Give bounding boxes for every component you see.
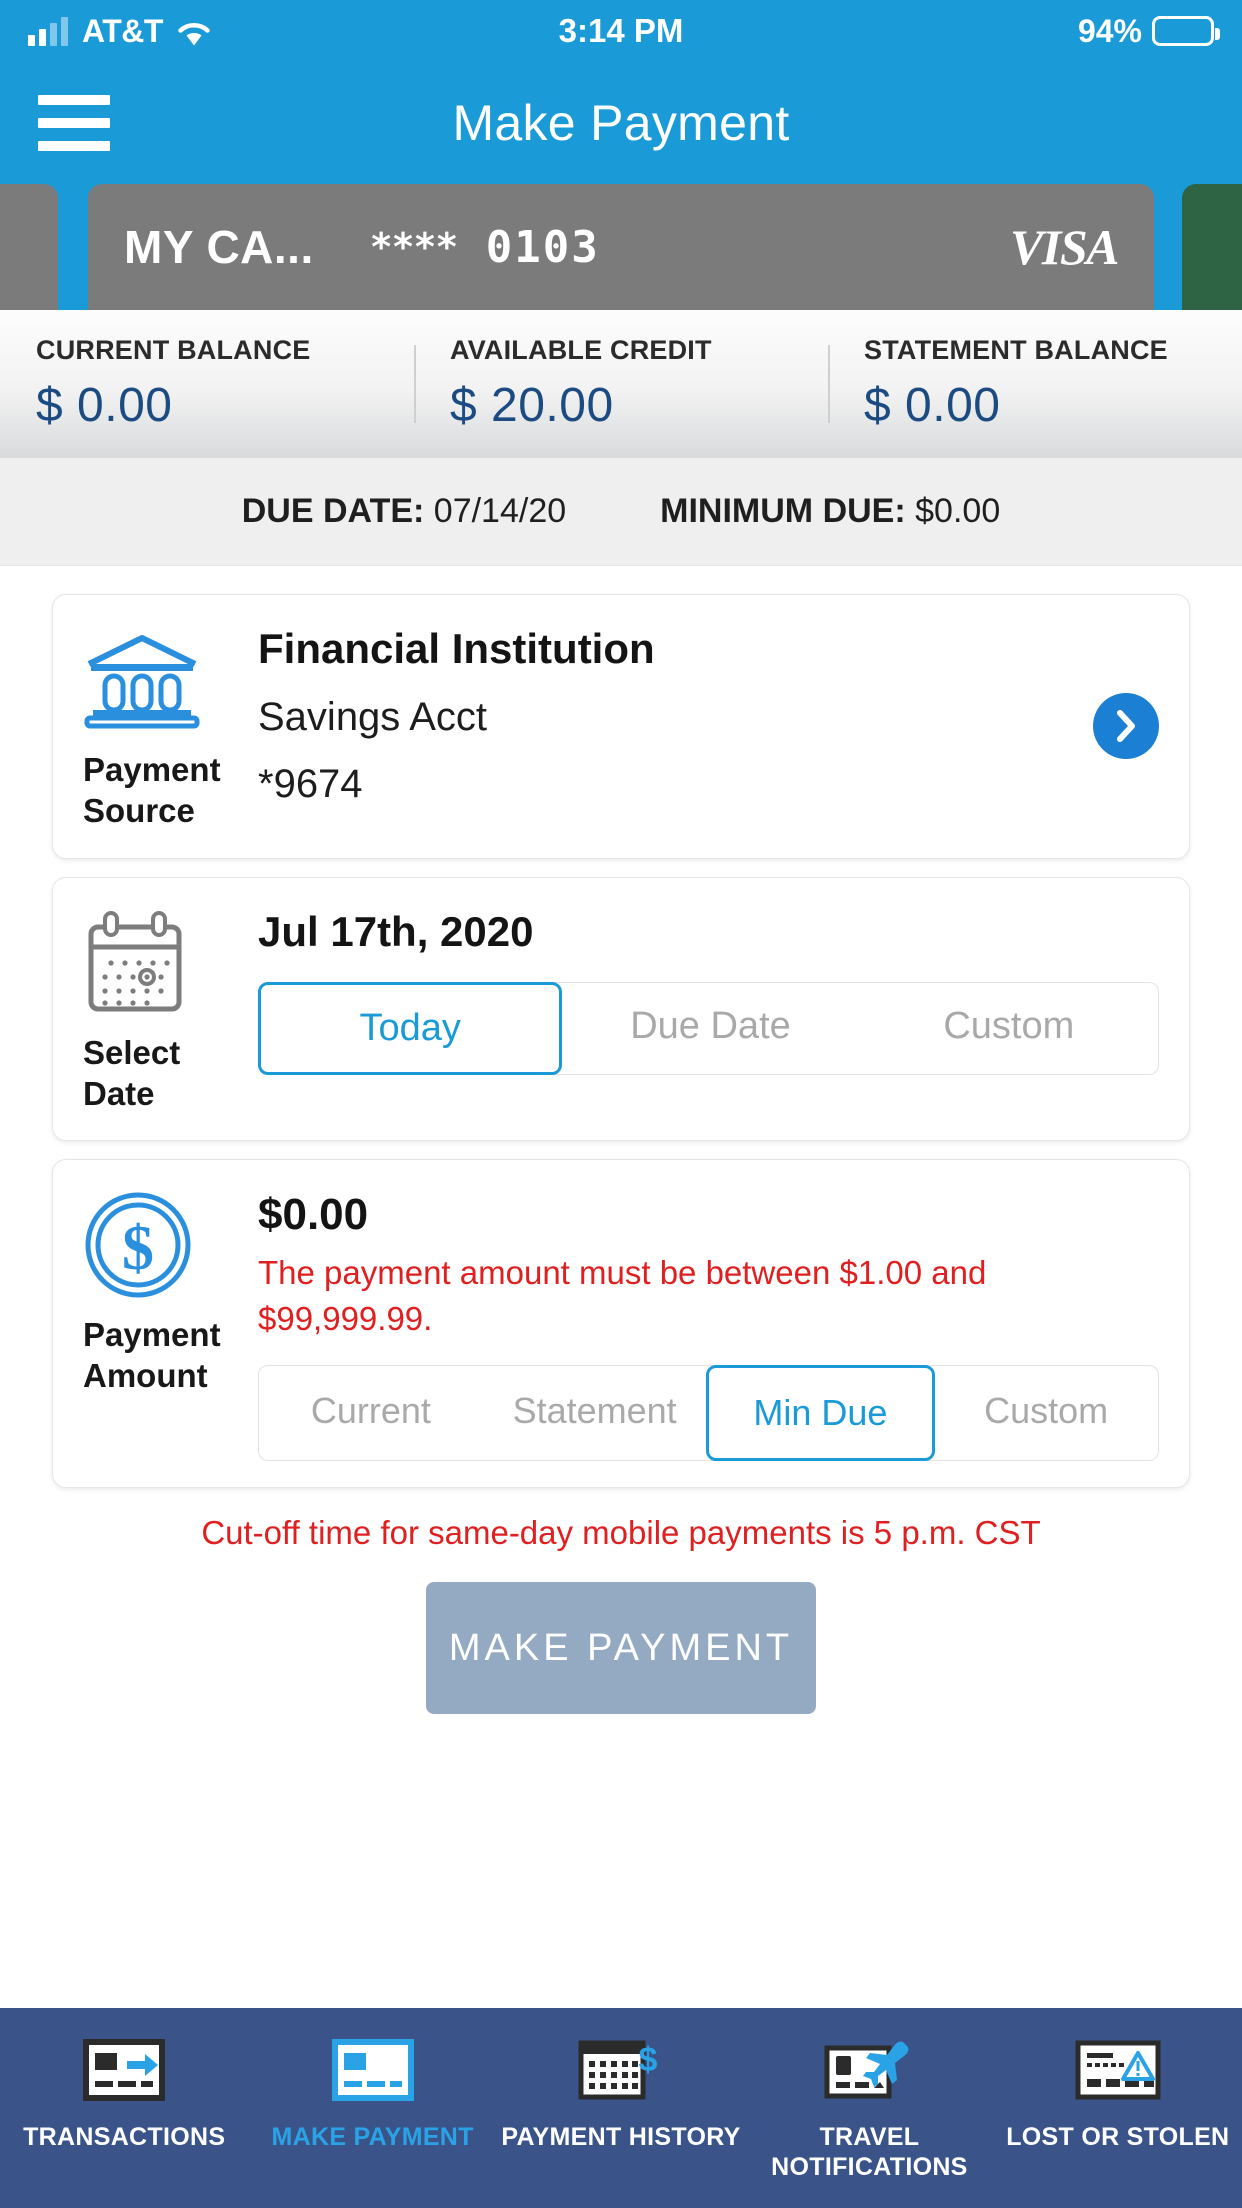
tab-payment-history-label: PAYMENT HISTORY xyxy=(501,2123,741,2151)
tab-travel-notifications[interactable]: TRAVEL NOTIFICATIONS xyxy=(745,2032,993,2182)
status-bar: AT&T 3:14 PM 94% xyxy=(0,0,1242,62)
select-date-label: Select Date xyxy=(83,1033,181,1112)
tab-lost-or-stolen-label: LOST OR STOLEN xyxy=(1006,2123,1230,2151)
payment-source-account-type: Savings Acct xyxy=(258,695,488,739)
carousel-card-active[interactable]: MY CA... **** 0103 VISA xyxy=(88,184,1154,310)
battery-percent: 94% xyxy=(1077,12,1142,49)
carousel-card-previous[interactable] xyxy=(0,184,58,310)
bottom-tab-bar: TRANSACTIONS MAKE PAYMENT $ PAYMENT HIST… xyxy=(0,2008,1242,2208)
payment-source-label-line2: Source xyxy=(83,792,195,830)
balance-available-credit-value: $ 20.00 xyxy=(450,379,614,432)
payment-source-label-line1: Payment xyxy=(83,751,221,788)
card-arrow-icon xyxy=(83,2032,166,2108)
amount-option-custom[interactable]: Custom xyxy=(934,1366,1158,1461)
date-option-group[interactable]: Today Due Date Custom xyxy=(258,981,1159,1075)
payment-amount-value: $0.00 xyxy=(258,1190,369,1239)
select-date-card[interactable]: Select Date Jul 17th, 2020 Today Due Dat… xyxy=(52,876,1190,1141)
hamburger-menu-icon[interactable] xyxy=(38,95,110,151)
date-option-today[interactable]: Today xyxy=(258,981,563,1075)
minimum-due: MINIMUM DUE: $0.00 xyxy=(660,492,1000,531)
card-mask: **** xyxy=(369,224,459,269)
date-option-custom[interactable]: Custom xyxy=(859,982,1158,1074)
due-date-label: DUE DATE: xyxy=(241,492,425,530)
tab-transactions[interactable]: TRANSACTIONS xyxy=(0,2032,248,2152)
tab-transactions-label: TRANSACTIONS xyxy=(23,2123,226,2151)
balance-summary-row: CURRENT BALANCE $ 0.00 AVAILABLE CREDIT … xyxy=(0,310,1242,458)
svg-text:$: $ xyxy=(639,2041,658,2079)
payment-amount-card[interactable]: $ Payment Amount $0.00 The payment amoun… xyxy=(52,1159,1190,1489)
select-date-icon-column: Select Date xyxy=(83,904,258,1115)
card-warning-icon xyxy=(1075,2032,1161,2108)
date-option-due-date[interactable]: Due Date xyxy=(561,982,860,1074)
tab-make-payment-label: MAKE PAYMENT xyxy=(271,2123,474,2151)
balance-current: CURRENT BALANCE $ 0.00 xyxy=(0,335,414,433)
payment-amount-label-line2: Amount xyxy=(83,1357,208,1395)
minimum-due-value: $0.00 xyxy=(915,492,1001,530)
payment-source-label: Payment Source xyxy=(83,749,221,832)
balance-statement: STATEMENT BALANCE $ 0.00 xyxy=(828,335,1242,433)
make-payment-button[interactable]: MAKE PAYMENT xyxy=(426,1582,816,1715)
minimum-due-label: MINIMUM DUE: xyxy=(660,492,906,530)
card-payment-icon xyxy=(331,2032,414,2108)
payment-amount-label-line1: Payment xyxy=(83,1316,221,1353)
bank-icon xyxy=(83,621,201,739)
amount-option-min-due[interactable]: Min Due xyxy=(705,1365,936,1462)
status-bar-right: 94% xyxy=(1077,12,1220,50)
tab-lost-or-stolen[interactable]: LOST OR STOLEN xyxy=(994,2032,1242,2152)
due-info-row: DUE DATE: 07/14/20 MINIMUM DUE: $0.00 xyxy=(0,458,1242,566)
payment-amount-icon-column: $ Payment Amount xyxy=(83,1186,258,1461)
signal-bars-icon xyxy=(28,16,68,46)
balance-statement-value: $ 0.00 xyxy=(864,379,1001,432)
tab-make-payment[interactable]: MAKE PAYMENT xyxy=(248,2032,496,2152)
payment-source-icon-column: Payment Source xyxy=(83,621,258,832)
dollar-coin-icon: $ xyxy=(83,1186,193,1304)
svg-text:$: $ xyxy=(122,1212,154,1283)
select-date-body: Jul 17th, 2020 Today Due Date Custom xyxy=(258,904,1159,1115)
balance-statement-label: STATEMENT BALANCE xyxy=(864,335,1168,365)
payment-source-body: Financial Institution Savings Acct *9674 xyxy=(258,621,1159,832)
calendar-icon xyxy=(83,904,187,1022)
status-bar-left: AT&T xyxy=(28,13,211,50)
page-title: Make Payment xyxy=(452,95,790,151)
calendar-dollar-icon: $ xyxy=(578,2032,664,2108)
tab-travel-notifications-label: TRAVEL NOTIFICATIONS xyxy=(771,2123,968,2181)
payment-source-institution: Financial Institution xyxy=(258,625,655,672)
balance-available-credit-label: AVAILABLE CREDIT xyxy=(450,335,712,365)
amount-option-statement[interactable]: Statement xyxy=(482,1366,707,1461)
payment-source-card[interactable]: Payment Source Financial Institution Sav… xyxy=(52,594,1190,859)
wifi-icon xyxy=(177,18,211,46)
balance-available-credit: AVAILABLE CREDIT $ 20.00 xyxy=(414,335,828,433)
payment-amount-body: $0.00 The payment amount must be between… xyxy=(258,1186,1159,1462)
visa-logo-icon: VISA xyxy=(1010,219,1119,275)
card-nickname: MY CA... xyxy=(124,221,314,273)
main-content: Payment Source Financial Institution Sav… xyxy=(0,566,1242,1715)
nav-bar: Make Payment xyxy=(0,62,1242,184)
payment-source-account-mask: *9674 xyxy=(258,762,363,806)
amount-option-current[interactable]: Current xyxy=(259,1366,483,1461)
payment-amount-error: The payment amount must be between $1.00… xyxy=(258,1254,987,1337)
tab-payment-history[interactable]: $ PAYMENT HISTORY xyxy=(497,2032,745,2152)
card-airplane-icon xyxy=(824,2032,914,2108)
selected-date-value: Jul 17th, 2020 xyxy=(258,907,534,955)
battery-icon xyxy=(1152,16,1220,46)
card-last-four: 0103 xyxy=(485,221,600,273)
carousel-card-next[interactable]: M xyxy=(1182,184,1242,310)
amount-option-group[interactable]: Current Statement Min Due Custom xyxy=(258,1365,1159,1462)
card-number: **** 0103 xyxy=(370,222,600,273)
due-date: DUE DATE: 07/14/20 xyxy=(242,492,566,531)
payment-amount-label: Payment Amount xyxy=(83,1314,221,1397)
chevron-right-icon[interactable] xyxy=(1093,693,1159,760)
card-carousel[interactable]: M MY CA... **** 0103 VISA xyxy=(0,184,1242,310)
cutoff-notice: Cut-off time for same-day mobile payment… xyxy=(201,1514,1041,1552)
balance-current-label: CURRENT BALANCE xyxy=(36,335,311,365)
balance-current-value: $ 0.00 xyxy=(36,379,173,432)
carrier-name: AT&T xyxy=(82,12,163,49)
due-date-value: 07/14/20 xyxy=(433,492,567,530)
